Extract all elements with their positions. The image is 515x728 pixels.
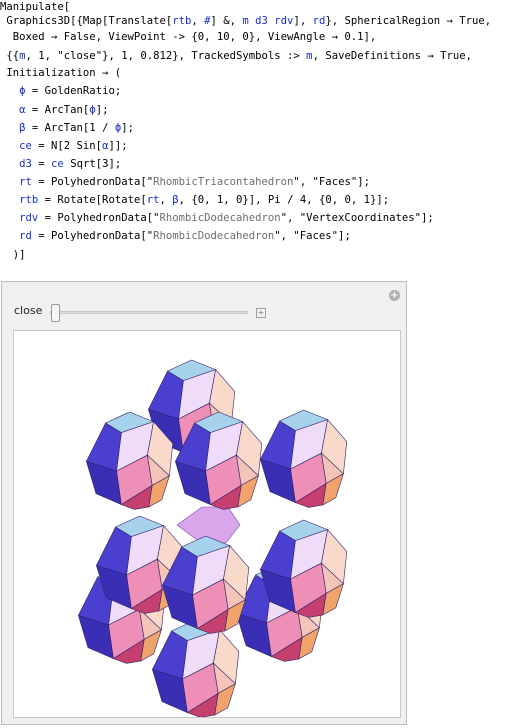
polyhedra-graphic: [78, 359, 348, 717]
plus-icon[interactable]: +: [256, 308, 266, 318]
polyhedron: [152, 619, 240, 717]
polyhedron: [260, 409, 348, 508]
code-line: ϕ = GoldenRatio;: [19, 85, 122, 97]
plus-circle-icon[interactable]: +: [389, 290, 400, 301]
polyhedron: [260, 519, 348, 618]
graphics-viewport[interactable]: [13, 330, 401, 718]
code-line: Manipulate[: [0, 1, 71, 13]
code-line: Boxed → False, ViewPoint -> {0, 10, 0}, …: [0, 31, 377, 43]
code-line: ce = N[2 Sin[α]];: [19, 140, 128, 152]
code-line: rdv = PolyhedronData["RhombicDodecahedro…: [19, 212, 434, 224]
code-line: {{m, 1, "close"}, 1, 0.812}, TrackedSymb…: [0, 50, 473, 62]
code-line: rt = PolyhedronData["RhombicTriacontahed…: [19, 176, 370, 188]
manipulate-panel: + close +: [1, 281, 407, 725]
code-line: β = ArcTan[1 / ϕ];: [19, 122, 134, 134]
code-line: Initialization → (: [0, 67, 122, 79]
code-line: rtb = Rotate[Rotate[rt, β, {0, 1, 0}], P…: [19, 194, 390, 206]
slider-track[interactable]: [50, 311, 248, 314]
control-label: close: [14, 304, 43, 317]
code-line: d3 = ce Sqrt[3];: [19, 158, 122, 170]
code-line: α = ArcTan[ϕ];: [19, 104, 109, 116]
code-line: )]: [0, 249, 26, 261]
slider-thumb[interactable]: [51, 304, 60, 322]
code-line: rd = PolyhedronData["RhombicDodecahedron…: [19, 230, 351, 242]
code-line: Graphics3D[{Map[Translate[rtb, #] &, m d…: [0, 15, 492, 27]
